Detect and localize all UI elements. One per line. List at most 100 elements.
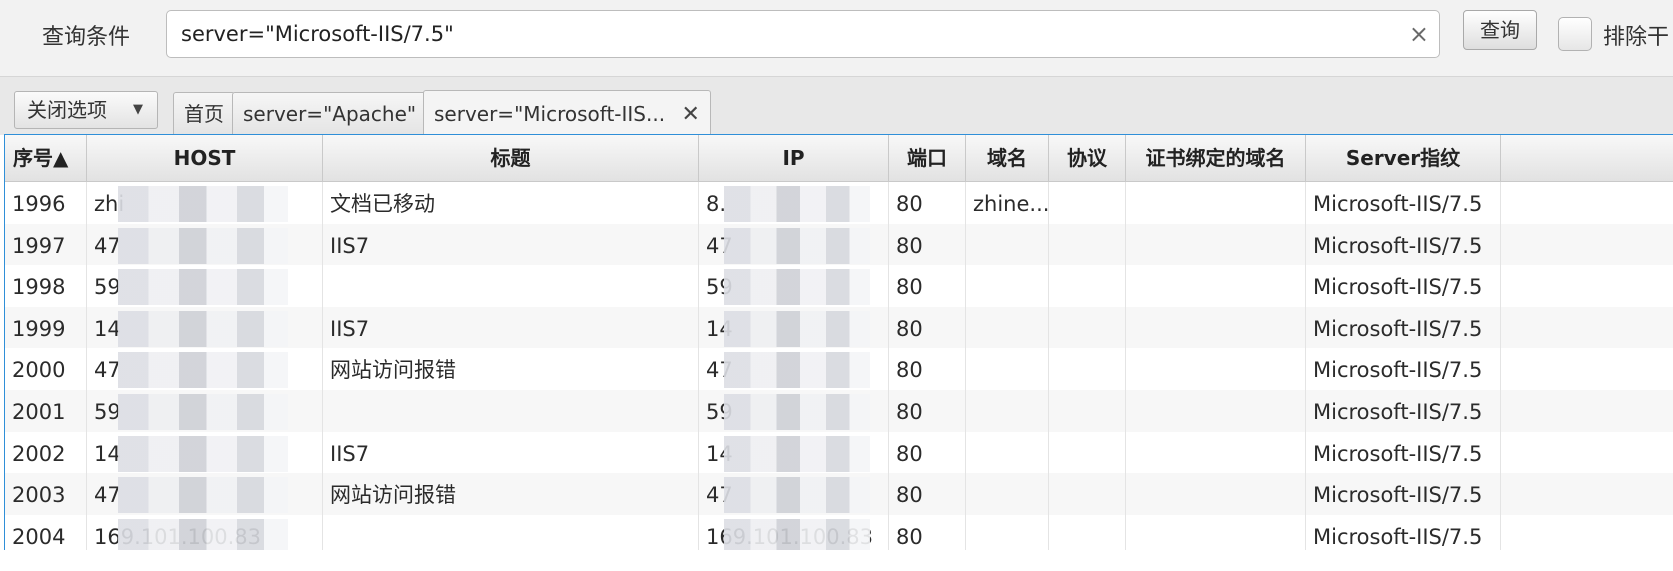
redacted-host-mask (118, 518, 288, 551)
column-header-server[interactable]: Server指纹 (1306, 135, 1501, 181)
tab-label: server="Apache" (243, 102, 417, 126)
chevron-down-icon: ▼ (133, 102, 143, 117)
query-input-box[interactable]: × (166, 10, 1440, 58)
cell-extra (1501, 307, 1673, 351)
table-row[interactable]: 1999 14 IIS7 14 80 Microsoft-IIS/7.5 (5, 306, 1673, 352)
close-options-label: 关闭选项 (27, 98, 107, 122)
redacted-ip-mask (724, 477, 870, 514)
tab-label: server="Microsoft-IIS... (434, 102, 666, 126)
cell-protocol (1049, 265, 1126, 310)
cell-seq: 1999 (5, 306, 87, 351)
cell-domain (966, 473, 1049, 518)
tab-home[interactable]: 首页 (173, 92, 235, 135)
redacted-host-mask (118, 310, 288, 347)
cell-extra (1501, 224, 1673, 268)
cell-server: Microsoft-IIS/7.5 (1306, 306, 1501, 351)
cell-title: IIS7 (323, 431, 699, 476)
cell-domain (966, 431, 1049, 476)
redacted-ip-mask (724, 186, 870, 222)
table-row[interactable]: 2002 14 IIS7 14 80 Microsoft-IIS/7.5 (5, 431, 1673, 477)
cell-domain: zhine... (966, 182, 1049, 226)
tab-strip: 关闭选项 ▼ 首页 server="Apache" server="Micros… (0, 76, 1673, 137)
cell-title: 网站访问报错 (323, 348, 699, 393)
cell-port: 80 (889, 431, 966, 476)
cell-protocol (1049, 431, 1126, 476)
clear-icon[interactable]: × (1409, 20, 1429, 48)
column-header-ip[interactable]: IP (699, 135, 889, 181)
table-row[interactable]: 2000 47 网站访问报错 47 80 Microsoft-IIS/7.5 (5, 348, 1673, 394)
redacted-host-mask (118, 394, 288, 430)
cell-protocol (1049, 348, 1126, 393)
cell-domain (966, 223, 1049, 268)
cell-protocol (1049, 473, 1126, 518)
cell-cert-domain (1126, 265, 1306, 310)
cell-domain (966, 306, 1049, 351)
table-row[interactable]: 2003 47 网站访问报错 47 80 Microsoft-IIS/7.5 (5, 473, 1673, 519)
cell-extra (1501, 390, 1673, 434)
cell-seq: 1998 (5, 265, 87, 310)
cell-domain (966, 265, 1049, 310)
column-header-domain[interactable]: 域名 (966, 135, 1049, 181)
query-input[interactable] (181, 11, 1401, 57)
cell-extra (1501, 348, 1673, 392)
cell-server: Microsoft-IIS/7.5 (1306, 431, 1501, 476)
cell-protocol (1049, 390, 1126, 434)
cell-title: 网站访问报错 (323, 473, 699, 518)
cell-title: 文档已移动 (323, 182, 699, 226)
column-header-port[interactable]: 端口 (889, 135, 966, 181)
cell-server: Microsoft-IIS/7.5 (1306, 182, 1501, 226)
cell-cert-domain (1126, 348, 1306, 393)
exclude-checkbox[interactable] (1558, 17, 1592, 51)
table-row[interactable]: 1998 59 59 80 Microsoft-IIS/7.5 (5, 265, 1673, 311)
table-row[interactable]: 1997 47 IIS7 47 80 Microsoft-IIS/7.5 (5, 223, 1673, 269)
redacted-ip-mask (724, 435, 870, 472)
cell-domain (966, 348, 1049, 393)
redacted-ip-mask (724, 352, 870, 389)
cell-port: 80 (889, 348, 966, 393)
cell-protocol (1049, 182, 1126, 226)
bottom-edge (0, 550, 1673, 571)
column-header-host[interactable]: HOST (87, 135, 323, 181)
tab-apache[interactable]: server="Apache" (232, 92, 428, 135)
query-button[interactable]: 查询 (1463, 10, 1537, 50)
column-header-protocol[interactable]: 协议 (1049, 135, 1126, 181)
cell-title: IIS7 (323, 223, 699, 268)
cell-extra (1501, 182, 1673, 226)
close-icon[interactable]: ✕ (681, 102, 699, 127)
cell-port: 80 (889, 473, 966, 518)
column-header-seq[interactable]: 序号▲ (5, 135, 87, 181)
cell-title (323, 390, 699, 434)
cell-title (323, 514, 699, 551)
redacted-host-mask (118, 186, 288, 222)
cell-extra (1501, 473, 1673, 517)
column-header-title[interactable]: 标题 (323, 135, 699, 181)
cell-protocol (1049, 514, 1126, 551)
cell-server: Microsoft-IIS/7.5 (1306, 223, 1501, 268)
cell-extra (1501, 265, 1673, 309)
cell-server: Microsoft-IIS/7.5 (1306, 473, 1501, 518)
cell-domain (966, 390, 1049, 434)
cell-server: Microsoft-IIS/7.5 (1306, 390, 1501, 434)
cell-server: Microsoft-IIS/7.5 (1306, 348, 1501, 393)
table-row[interactable]: 2001 59 59 80 Microsoft-IIS/7.5 (5, 390, 1673, 435)
table-row[interactable]: 2004169.101.100.83169.101.100.8380Micros… (5, 514, 1673, 551)
cell-cert-domain (1126, 514, 1306, 551)
cell-port: 80 (889, 182, 966, 226)
cell-cert-domain (1126, 182, 1306, 226)
tab-microsoft-iis[interactable]: server="Microsoft-IIS... ✕ (423, 90, 711, 137)
redacted-host-mask (118, 435, 288, 472)
cell-cert-domain (1126, 390, 1306, 434)
cell-seq: 2000 (5, 348, 87, 393)
cell-server: Microsoft-IIS/7.5 (1306, 265, 1501, 310)
cell-seq: 2002 (5, 431, 87, 476)
table-row[interactable]: 1996 zhi 文档已移动 8. 80 zhine... Microsoft-IIS/7.… (5, 182, 1673, 227)
cell-seq: 2001 (5, 390, 87, 434)
table-header: 序号▲ HOST 标题 IP 端口 域名 协议 证书绑定的域名 Server指纹 (5, 135, 1673, 182)
column-header-extra (1501, 135, 1673, 181)
redacted-ip-mask (724, 518, 870, 551)
column-header-cert-domain[interactable]: 证书绑定的域名 (1126, 135, 1306, 181)
cell-extra (1501, 515, 1673, 551)
cell-port: 80 (889, 223, 966, 268)
cell-title: IIS7 (323, 306, 699, 351)
close-options-button[interactable]: 关闭选项 ▼ (14, 91, 158, 129)
